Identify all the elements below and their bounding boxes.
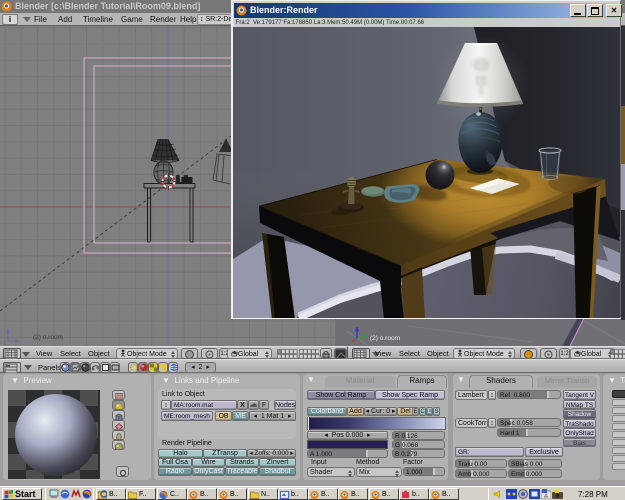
- svg-text:A: A: [544, 494, 548, 499]
- svg-text:(2) o.room: (2) o.room: [33, 334, 63, 341]
- svg-text:(2) o.room: (2) o.room: [370, 335, 400, 342]
